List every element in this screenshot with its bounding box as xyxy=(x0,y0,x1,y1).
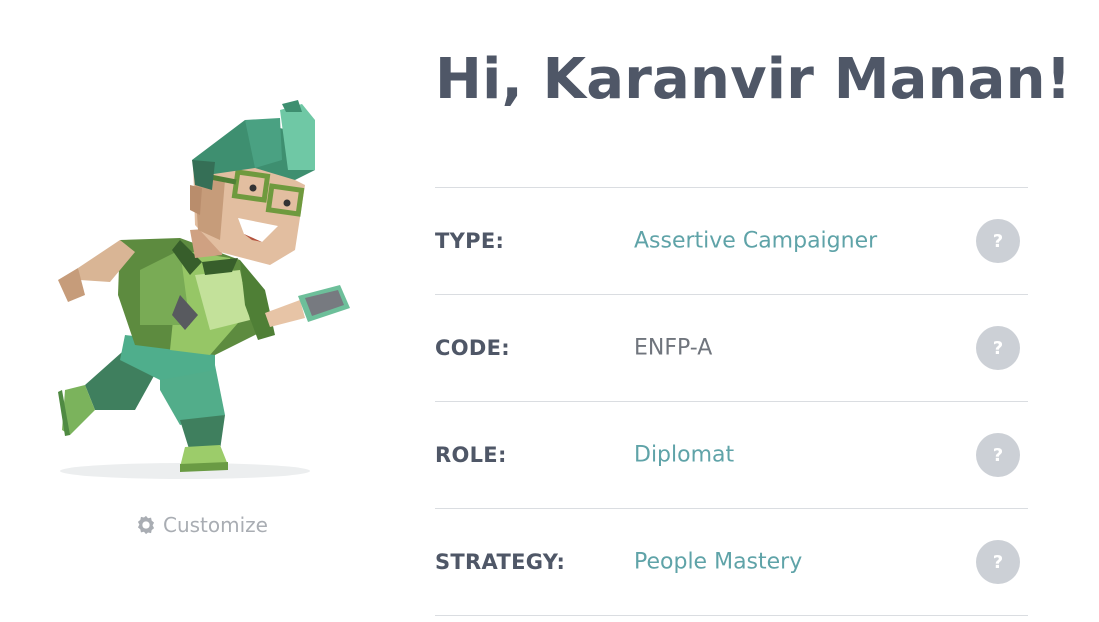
code-value: ENFP-A xyxy=(634,335,713,361)
help-button[interactable]: ? xyxy=(976,433,1020,477)
customize-button[interactable]: Customize xyxy=(135,513,268,537)
type-value-link[interactable]: Assertive Campaigner xyxy=(634,229,877,254)
page-title: Hi, Karanvir Manan! xyxy=(435,47,1072,112)
detail-label: ROLE: xyxy=(435,443,507,467)
personality-details: TYPE: Assertive Campaigner ? CODE: ENFP-… xyxy=(435,187,1028,616)
help-button[interactable]: ? xyxy=(976,326,1020,370)
avatar xyxy=(58,100,350,479)
gear-icon xyxy=(137,515,155,535)
customize-label: Customize xyxy=(163,513,268,537)
detail-row-type: TYPE: Assertive Campaigner ? xyxy=(435,188,1028,295)
role-value-link[interactable]: Diplomat xyxy=(634,443,734,468)
detail-row-code: CODE: ENFP-A ? xyxy=(435,295,1028,402)
detail-label: STRATEGY: xyxy=(435,550,566,574)
detail-row-strategy: STRATEGY: People Mastery ? xyxy=(435,509,1028,616)
avatar-panel: Customize xyxy=(40,90,370,560)
help-button[interactable]: ? xyxy=(976,540,1020,584)
detail-label: TYPE: xyxy=(435,229,505,253)
strategy-value-link[interactable]: People Mastery xyxy=(634,550,802,575)
detail-label: CODE: xyxy=(435,336,510,360)
profile-info: Hi, Karanvir Manan! TYPE: Assertive Camp… xyxy=(435,40,1072,616)
profile-page: Customize Hi, Karanvir Manan! TYPE: Asse… xyxy=(0,0,1099,622)
help-button[interactable]: ? xyxy=(976,219,1020,263)
detail-row-role: ROLE: Diplomat ? xyxy=(435,402,1028,509)
